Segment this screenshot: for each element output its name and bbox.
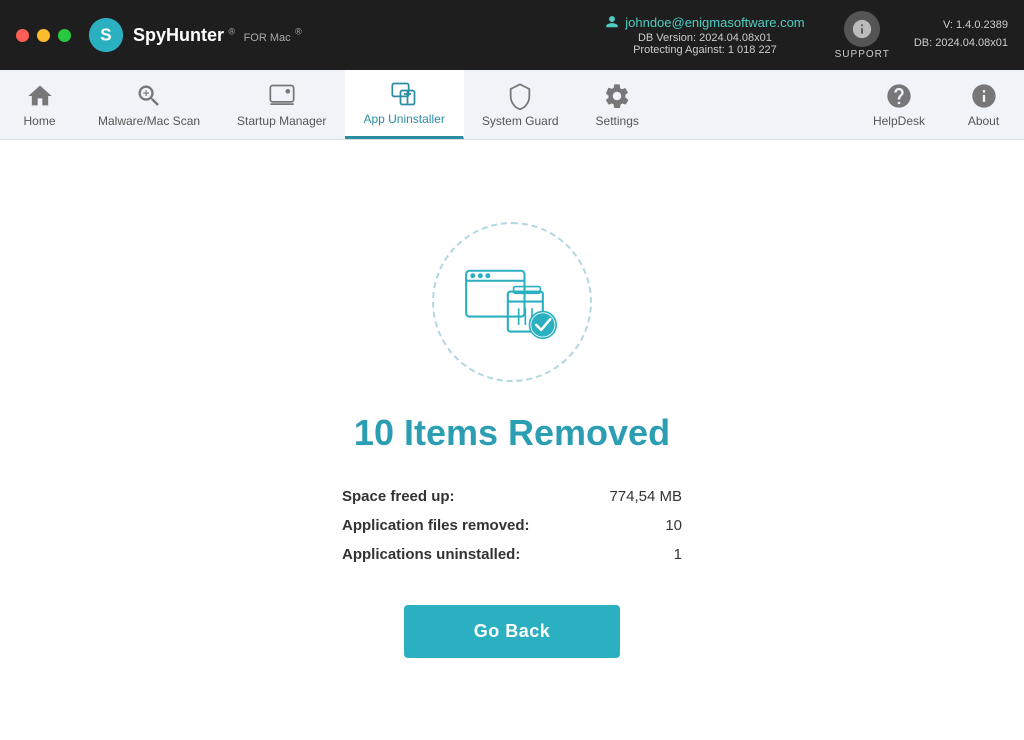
result-icon-circle — [432, 222, 592, 382]
nav-label-system-guard: System Guard — [482, 114, 559, 128]
stat-value-space: 774,54 MB — [609, 488, 682, 505]
nav-label-settings: Settings — [596, 114, 639, 128]
nav-item-app-uninstaller[interactable]: App Uninstaller — [345, 70, 463, 139]
stats-table: Space freed up: 774,54 MB Application fi… — [342, 482, 682, 569]
nav-label-helpdesk: HelpDesk — [873, 114, 925, 128]
scan-icon — [135, 82, 163, 110]
app-version: V: 1.4.0.2389 — [914, 17, 1008, 35]
svg-text:S: S — [100, 26, 111, 45]
logo-area: S SpyHunter ® FOR Mac ® — [87, 16, 302, 54]
startup-icon — [268, 82, 296, 110]
nav-spacer — [658, 70, 855, 139]
uninstall-complete-illustration — [462, 262, 562, 342]
stat-value-apps: 1 — [674, 546, 682, 563]
nav-label-app-uninstaller: App Uninstaller — [363, 112, 444, 126]
db-version-label: DB: 2024.04.08x01 — [914, 35, 1008, 53]
about-icon — [970, 82, 998, 110]
system-guard-icon — [506, 82, 534, 110]
home-icon — [26, 82, 54, 110]
user-email-row: johndoe@enigmasoftware.com — [605, 15, 804, 30]
logo-platform: FOR Mac — [244, 32, 291, 44]
helpdesk-icon — [885, 82, 913, 110]
nav-label-about: About — [968, 114, 999, 128]
support-button[interactable]: SUPPORT — [835, 11, 890, 60]
stat-label-space: Space freed up: — [342, 488, 455, 505]
stat-label-apps: Applications uninstalled: — [342, 546, 520, 563]
nav-item-home[interactable]: Home — [0, 70, 80, 139]
protecting-count: Protecting Against: 1 018 227 — [633, 44, 777, 56]
stat-row-space: Space freed up: 774,54 MB — [342, 482, 682, 511]
nav-item-startup-manager[interactable]: Startup Manager — [219, 70, 345, 139]
go-back-button[interactable]: Go Back — [404, 605, 621, 658]
settings-icon — [603, 82, 631, 110]
maximize-button[interactable] — [58, 29, 71, 42]
main-content: 10 Items Removed Space freed up: 774,54 … — [0, 140, 1024, 740]
window-controls — [16, 29, 71, 42]
db-info: DB Version: 2024.04.08x01 Protecting Aga… — [633, 32, 777, 56]
stat-row-files: Application files removed: 10 — [342, 511, 682, 540]
nav-item-settings[interactable]: Settings — [578, 70, 658, 139]
user-icon — [605, 15, 619, 29]
db-version: DB Version: 2024.04.08x01 — [633, 32, 777, 44]
support-icon — [844, 11, 880, 47]
logo-text: SpyHunter — [133, 25, 224, 45]
user-email: johndoe@enigmasoftware.com — [625, 15, 804, 30]
version-area: V: 1.4.0.2389 DB: 2024.04.08x01 — [914, 17, 1008, 52]
logo-trademark: ® — [228, 26, 235, 36]
nav-item-helpdesk[interactable]: HelpDesk — [855, 70, 944, 139]
user-info: johndoe@enigmasoftware.com DB Version: 2… — [605, 15, 804, 56]
close-button[interactable] — [16, 29, 29, 42]
nav-item-system-guard[interactable]: System Guard — [464, 70, 578, 139]
nav-label-startup-manager: Startup Manager — [237, 114, 326, 128]
nav-label-malware-scan: Malware/Mac Scan — [98, 114, 200, 128]
spyhunter-logo-icon: S — [87, 16, 125, 54]
items-removed-title: 10 Items Removed — [354, 412, 670, 454]
nav-label-home: Home — [23, 114, 55, 128]
result-icon — [462, 262, 562, 342]
logo-platform-trademark: ® — [295, 26, 302, 36]
title-bar: S SpyHunter ® FOR Mac ® johndoe@enigmaso… — [0, 0, 1024, 70]
minimize-button[interactable] — [37, 29, 50, 42]
stat-row-apps: Applications uninstalled: 1 — [342, 540, 682, 569]
nav-bar: Home Malware/Mac Scan Startup Manager Ap… — [0, 70, 1024, 140]
stat-label-files: Application files removed: — [342, 517, 530, 534]
nav-item-about[interactable]: About — [944, 70, 1024, 139]
stat-value-files: 10 — [665, 517, 682, 534]
nav-item-malware-scan[interactable]: Malware/Mac Scan — [80, 70, 219, 139]
support-label: SUPPORT — [835, 49, 890, 60]
uninstaller-icon — [390, 80, 418, 108]
